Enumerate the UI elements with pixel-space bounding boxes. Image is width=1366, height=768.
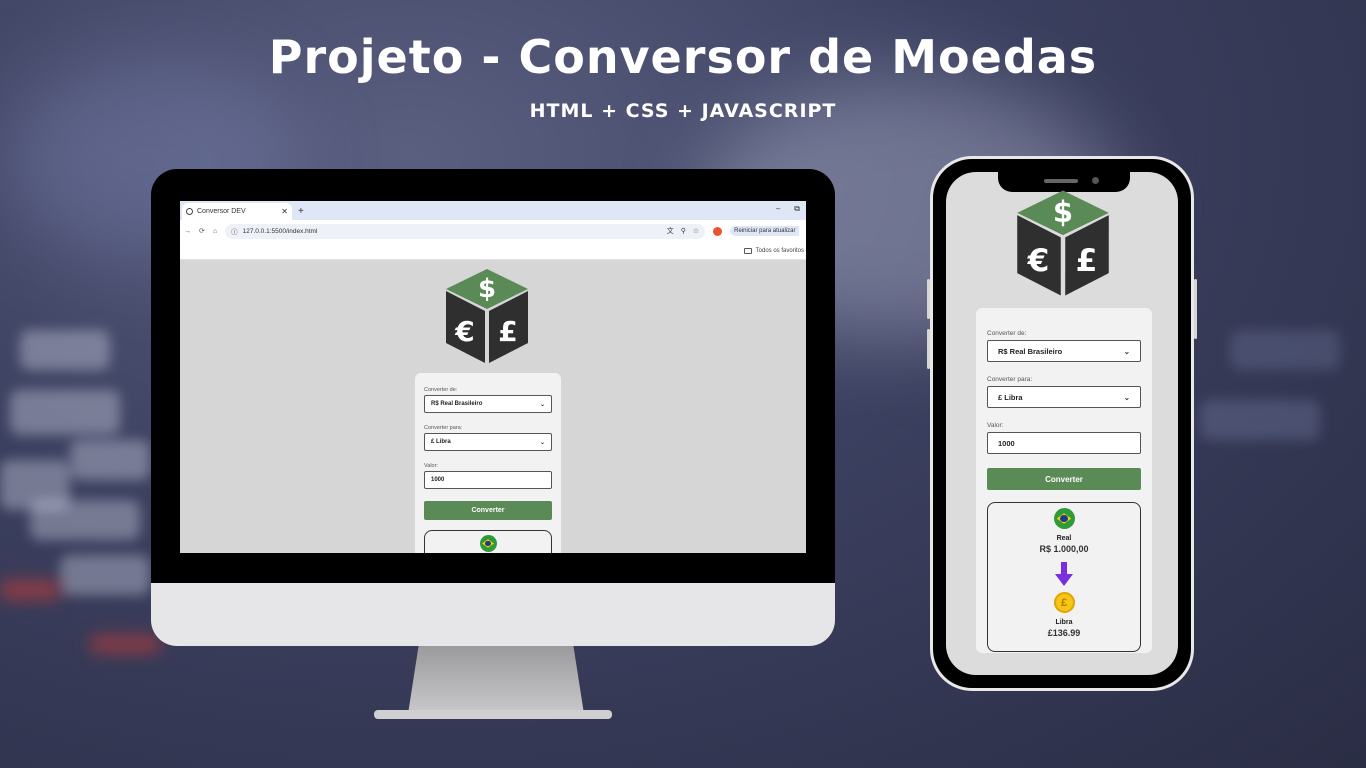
forward-icon[interactable]: → bbox=[184, 228, 191, 235]
update-button[interactable]: Reiniciar para atualizar bbox=[730, 226, 800, 236]
new-tab-button[interactable]: + bbox=[298, 206, 304, 217]
monitor-chin bbox=[151, 583, 835, 646]
browser-tabbar: Conversor DEV ✕ + – ⧉ bbox=[180, 201, 806, 220]
reload-icon[interactable]: ⟳ bbox=[199, 227, 205, 235]
webpage: $ € £ Converter de: R$ Real Brasileiro ⌄… bbox=[180, 260, 806, 553]
result-box bbox=[424, 530, 552, 553]
svg-text:£: £ bbox=[1076, 243, 1098, 279]
home-icon[interactable]: ⌂ bbox=[213, 228, 217, 235]
phone-screen: $ € £ Converter de: R$ Real Brasileiro ⌄… bbox=[946, 172, 1178, 675]
brazil-flag-icon bbox=[1053, 508, 1075, 529]
chevron-down-icon: ⌄ bbox=[1123, 346, 1130, 356]
zoom-icon[interactable]: ⚲ bbox=[681, 227, 686, 235]
phone-side-button bbox=[927, 329, 930, 369]
bookmark-folder[interactable]: Todos os favoritos bbox=[756, 248, 804, 254]
amount-input[interactable]: 1000 bbox=[987, 432, 1141, 454]
from-currency-value: R$ Real Brasileiro bbox=[998, 346, 1063, 356]
browser-toolbar: → ⟳ ⌂ ⓘ 127.0.0.1:5500/index.html 文 ⚲ ☆ … bbox=[180, 220, 806, 242]
svg-text:€: € bbox=[1027, 243, 1050, 279]
to-currency-select[interactable]: £ Libra ⌄ bbox=[424, 433, 552, 451]
translate-icon[interactable]: 文 bbox=[667, 226, 674, 236]
phone-mockup: $ € £ Converter de: R$ Real Brasileiro ⌄… bbox=[927, 156, 1197, 691]
converter-card: Converter de: R$ Real Brasileiro ⌄ Conve… bbox=[976, 308, 1152, 653]
browser-tab[interactable]: Conversor DEV ✕ bbox=[182, 203, 292, 220]
amount-value: 1000 bbox=[998, 438, 1015, 448]
folder-icon bbox=[743, 247, 752, 254]
result-box: Real R$ 1.000,00 £ Libra £136.99 bbox=[987, 502, 1141, 652]
chevron-down-icon: ⌄ bbox=[539, 401, 545, 408]
minimize-button[interactable]: – bbox=[776, 204, 780, 214]
camera-icon bbox=[1092, 177, 1099, 184]
page-title: Projeto - Conversor de Moedas bbox=[268, 30, 1098, 84]
amount-label: Valor: bbox=[424, 463, 438, 469]
chevron-down-icon: ⌄ bbox=[1123, 392, 1130, 402]
tab-title: Conversor DEV bbox=[197, 208, 246, 215]
phone-side-button bbox=[927, 279, 930, 319]
amount-value: 1000 bbox=[431, 477, 445, 483]
profile-avatar[interactable] bbox=[713, 226, 723, 236]
currency-cube-logo: $ € £ bbox=[446, 269, 528, 363]
amount-input[interactable]: 1000 bbox=[424, 471, 552, 489]
svg-text:£: £ bbox=[498, 315, 517, 348]
page-subtitle: HTML + CSS + JAVASCRIPT bbox=[529, 100, 837, 122]
svg-text:$: $ bbox=[478, 274, 496, 304]
amount-label: Valor: bbox=[987, 422, 1004, 429]
result-to-name: Libra bbox=[1055, 619, 1073, 626]
from-currency-value: R$ Real Brasileiro bbox=[431, 401, 483, 407]
to-label: Converter para: bbox=[987, 376, 1033, 383]
to-currency-select[interactable]: £ Libra ⌄ bbox=[987, 386, 1141, 408]
to-currency-value: £ Libra bbox=[998, 392, 1023, 402]
result-from-value: R$ 1.000,00 bbox=[1039, 544, 1089, 554]
from-label: Converter de: bbox=[987, 330, 1027, 337]
arrow-down-icon bbox=[1055, 562, 1073, 586]
site-info-icon[interactable]: ⓘ bbox=[231, 226, 238, 236]
url-text: 127.0.0.1:5500/index.html bbox=[242, 227, 318, 235]
phone-power-button bbox=[1194, 279, 1197, 339]
bookmarks-bar: Todos os favoritos bbox=[180, 242, 806, 260]
result-from-name: Real bbox=[1056, 535, 1072, 542]
star-icon[interactable]: ☆ bbox=[693, 227, 699, 235]
convert-button[interactable]: Converter bbox=[424, 501, 552, 520]
monitor-mockup: Conversor DEV ✕ + – ⧉ → ⟳ ⌂ ⓘ 127.0.0.1:… bbox=[151, 169, 835, 646]
address-bar[interactable]: ⓘ 127.0.0.1:5500/index.html 文 ⚲ ☆ bbox=[225, 223, 706, 239]
pound-coin-icon: £ bbox=[1053, 592, 1075, 613]
restore-button[interactable]: ⧉ bbox=[794, 204, 800, 214]
speaker-grille bbox=[1044, 179, 1078, 183]
from-currency-select[interactable]: R$ Real Brasileiro ⌄ bbox=[424, 395, 552, 413]
window-controls: – ⧉ bbox=[776, 204, 800, 214]
globe-icon bbox=[186, 208, 193, 215]
svg-text:$: $ bbox=[1053, 195, 1073, 229]
monitor-stand-base bbox=[374, 710, 612, 719]
monitor-screen: Conversor DEV ✕ + – ⧉ → ⟳ ⌂ ⓘ 127.0.0.1:… bbox=[180, 201, 806, 553]
from-label: Converter de: bbox=[424, 387, 458, 393]
monitor-stand bbox=[408, 646, 584, 714]
result-to-value: £136.99 bbox=[1047, 628, 1081, 638]
brazil-flag-icon bbox=[479, 535, 497, 552]
close-tab-icon[interactable]: ✕ bbox=[281, 207, 288, 216]
converter-card: Converter de: R$ Real Brasileiro ⌄ Conve… bbox=[415, 373, 561, 553]
svg-text:€: € bbox=[454, 315, 474, 348]
currency-cube-logo: $ € £ bbox=[1017, 190, 1109, 296]
to-currency-value: £ Libra bbox=[431, 439, 451, 445]
to-label: Converter para: bbox=[424, 425, 463, 431]
from-currency-select[interactable]: R$ Real Brasileiro ⌄ bbox=[987, 340, 1141, 362]
chevron-down-icon: ⌄ bbox=[539, 439, 545, 446]
convert-button[interactable]: Converter bbox=[987, 468, 1141, 490]
